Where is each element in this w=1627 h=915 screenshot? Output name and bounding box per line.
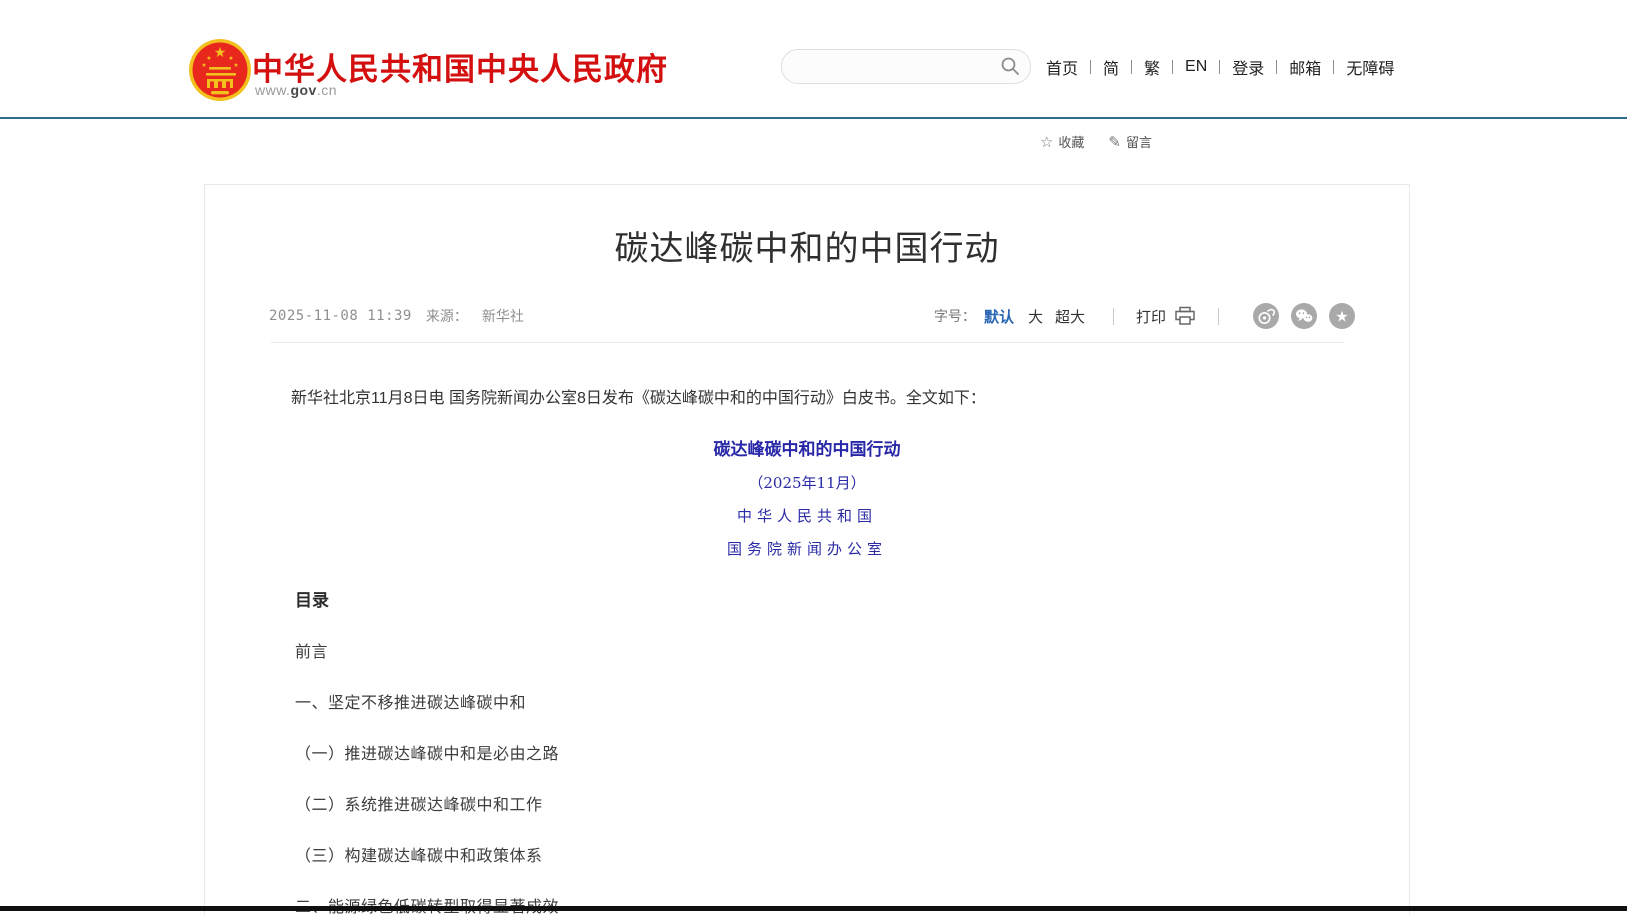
toc-item-1: 一、坚定不移推进碳达峰碳中和 xyxy=(295,689,1409,713)
weibo-glyph xyxy=(1253,303,1279,329)
pencil-icon: ✎ xyxy=(1108,133,1121,151)
header-divider-line xyxy=(0,117,1627,119)
nav-divider xyxy=(1333,60,1334,74)
nav-divider xyxy=(1219,60,1220,74)
nav-divider xyxy=(1172,60,1173,74)
viewport-bottom-edge xyxy=(0,906,1627,911)
article-lead-paragraph: 新华社北京11月8日电 国务院新闻办公室8日发布《碳达峰碳中和的中国行动》白皮书… xyxy=(259,389,1349,409)
nav-traditional[interactable]: 繁 xyxy=(1144,55,1160,79)
toc-item-2: 二、能源绿色低碳转型取得显著成效 xyxy=(295,893,1409,915)
search-icon[interactable] xyxy=(1000,56,1020,76)
nav-accessibility[interactable]: 无障碍 xyxy=(1346,55,1394,79)
source-name: 新华社 xyxy=(482,306,524,326)
print-button[interactable]: 打印 xyxy=(1136,306,1166,327)
message-link[interactable]: ✎ 留言 xyxy=(1108,132,1152,151)
publish-date: 2025-11-08 11:39 xyxy=(269,308,412,324)
svg-text:★: ★ xyxy=(201,62,206,69)
toc-item-1-3: （三）构建碳达峰碳中和政策体系 xyxy=(295,842,1409,866)
wechat-share-icon[interactable] xyxy=(1291,303,1317,329)
site-header: ★ ★ ★ ★ ★ 中华人民共和国中央人民政府 www.gov.cn xyxy=(0,0,1627,117)
wechat-glyph xyxy=(1291,303,1317,329)
svg-text:★: ★ xyxy=(228,55,233,62)
weibo-share-icon[interactable] xyxy=(1253,303,1279,329)
page: ★ ★ ★ ★ ★ 中华人民共和国中央人民政府 www.gov.cn xyxy=(0,0,1627,915)
svg-text:★: ★ xyxy=(1335,309,1348,326)
article-meta-left: 2025-11-08 11:39 来源： 新华社 xyxy=(269,306,524,326)
star-badge-glyph: ★ xyxy=(1329,303,1355,329)
font-size-default-button[interactable]: 默认 xyxy=(984,306,1014,327)
star-icon: ☆ xyxy=(1040,133,1053,151)
article-meta-row: 2025-11-08 11:39 来源： 新华社 字号： 默认 大 超大 打印 xyxy=(205,303,1409,329)
site-url-suffix: .cn xyxy=(317,82,337,98)
header-nav: 首页 简 繁 EN 登录 邮箱 无障碍 xyxy=(1046,56,1394,78)
font-size-label: 字号： xyxy=(934,306,976,326)
whitepaper-org-line1: 中华人民共和国 xyxy=(205,505,1409,526)
page-actions: ☆ 收藏 ✎ 留言 xyxy=(0,132,1152,151)
svg-text:★: ★ xyxy=(214,44,227,60)
site-url-prefix: www. xyxy=(255,82,290,98)
nav-divider xyxy=(1131,60,1132,74)
printer-icon[interactable] xyxy=(1174,306,1196,326)
font-size-large-button[interactable]: 大 xyxy=(1028,306,1043,327)
font-size-xlarge-button[interactable]: 超大 xyxy=(1055,306,1085,327)
nav-simplified[interactable]: 简 xyxy=(1103,55,1119,79)
svg-text:★: ★ xyxy=(233,62,238,69)
nav-divider xyxy=(1090,60,1091,74)
toc-item-preface: 前言 xyxy=(295,638,1409,662)
national-emblem-icon: ★ ★ ★ ★ ★ xyxy=(188,38,252,102)
article-meta-right: 字号： 默认 大 超大 打印 xyxy=(934,303,1355,329)
meta-divider-bar xyxy=(1113,308,1114,325)
nav-login[interactable]: 登录 xyxy=(1232,55,1264,79)
nav-english[interactable]: EN xyxy=(1185,58,1207,76)
meta-divider-bar xyxy=(1218,308,1219,325)
article-title: 碳达峰碳中和的中国行动 xyxy=(205,221,1409,270)
nav-mail[interactable]: 邮箱 xyxy=(1289,55,1321,79)
whitepaper-org-line2: 国务院新闻办公室 xyxy=(205,538,1409,559)
toc-item-1-1: （一）推进碳达峰碳中和是必由之路 xyxy=(295,740,1409,764)
toc-heading: 目录 xyxy=(295,586,1409,611)
site-url: www.gov.cn xyxy=(255,82,337,98)
toc-item-1-2: （二）系统推进碳达峰碳中和工作 xyxy=(295,791,1409,815)
search-box[interactable] xyxy=(781,49,1031,84)
star-share-icon[interactable]: ★ xyxy=(1329,303,1355,329)
search-input[interactable] xyxy=(798,54,992,80)
article-card: 碳达峰碳中和的中国行动 2025-11-08 11:39 来源： 新华社 字号：… xyxy=(204,184,1410,915)
site-url-gov: gov xyxy=(290,82,316,98)
nav-home[interactable]: 首页 xyxy=(1046,55,1078,79)
favorite-link[interactable]: ☆ 收藏 xyxy=(1040,132,1084,151)
meta-underline xyxy=(271,342,1344,343)
nav-divider xyxy=(1276,60,1277,74)
whitepaper-date: （2025年11月） xyxy=(205,472,1409,493)
message-label: 留言 xyxy=(1126,132,1152,151)
favorite-label: 收藏 xyxy=(1058,132,1084,151)
source-label: 来源： xyxy=(426,306,468,326)
national-emblem-logo[interactable]: ★ ★ ★ ★ ★ xyxy=(188,38,252,102)
svg-text:★: ★ xyxy=(206,55,211,62)
whitepaper-title: 碳达峰碳中和的中国行动 xyxy=(205,435,1409,460)
